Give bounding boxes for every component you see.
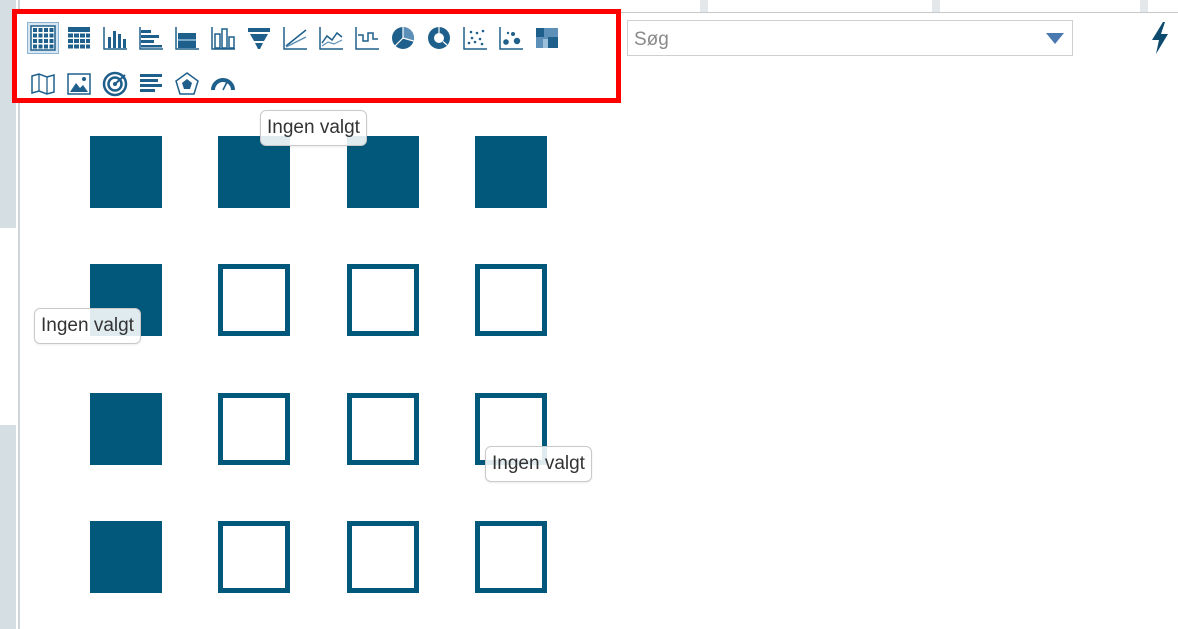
grid-cell-filled[interactable] xyxy=(218,136,290,208)
grid-cell-empty[interactable] xyxy=(218,264,290,336)
grid-cell-filled[interactable] xyxy=(347,136,419,208)
gauge-icon xyxy=(211,78,235,91)
pie-chart-icon xyxy=(392,27,414,49)
step-line-button[interactable] xyxy=(351,22,383,54)
chart-type-toolbar xyxy=(12,9,621,103)
pie-chart-button[interactable] xyxy=(387,22,419,54)
lightning-icon[interactable] xyxy=(1150,22,1170,54)
toolbar-row-2 xyxy=(27,68,239,100)
search-input[interactable] xyxy=(632,27,1016,53)
bubble-chart-icon xyxy=(499,27,523,50)
grid-cell-filled[interactable] xyxy=(475,136,547,208)
map-icon xyxy=(31,73,55,95)
line-chart-icon xyxy=(283,27,307,50)
top-tick xyxy=(932,0,940,12)
grid-cell-empty[interactable] xyxy=(475,521,547,593)
chevron-down-icon[interactable] xyxy=(1046,33,1064,44)
column-chart-icon xyxy=(103,27,127,50)
radar-icon xyxy=(175,72,199,95)
grid-cell-filled[interactable] xyxy=(90,393,162,465)
grid-cell-empty[interactable] xyxy=(347,264,419,336)
line-combo-icon xyxy=(319,27,343,50)
list-button[interactable] xyxy=(135,68,167,100)
tooltip: Ingen valgt xyxy=(34,308,141,344)
top-tick xyxy=(1140,0,1148,12)
gauge-button[interactable] xyxy=(207,68,239,100)
image-button[interactable] xyxy=(63,68,95,100)
grid-cell-filled[interactable] xyxy=(90,521,162,593)
tooltip: Ingen valgt xyxy=(485,446,592,482)
list-icon xyxy=(140,74,162,92)
heatmap-button[interactable] xyxy=(531,22,563,54)
target-icon xyxy=(102,71,128,97)
heatmap-icon xyxy=(536,28,558,48)
grid-cell-empty[interactable] xyxy=(475,264,547,336)
toolbar-row-1 xyxy=(27,22,563,54)
bubble-chart-button[interactable] xyxy=(495,22,527,54)
map-button[interactable] xyxy=(27,68,59,100)
stacked-bar-button[interactable] xyxy=(171,22,203,54)
line-combo-button[interactable] xyxy=(315,22,347,54)
top-tick xyxy=(700,0,708,12)
grid-cell-filled[interactable] xyxy=(90,136,162,208)
tooltip-text: Ingen valgt xyxy=(492,453,585,474)
gutter-block xyxy=(0,425,16,629)
table-grid-icon xyxy=(30,25,56,51)
pivot-grid-icon xyxy=(68,27,90,49)
grid-cell-empty[interactable] xyxy=(347,521,419,593)
search-field xyxy=(627,20,1073,56)
grid-cell-empty[interactable] xyxy=(218,521,290,593)
target-button[interactable] xyxy=(99,68,131,100)
pivot-grid-button[interactable] xyxy=(63,22,95,54)
stacked-column-button[interactable] xyxy=(207,22,239,54)
grid-cell-empty[interactable] xyxy=(347,393,419,465)
scatter-plot-button[interactable] xyxy=(459,22,491,54)
line-chart-button[interactable] xyxy=(279,22,311,54)
stacked-column-icon xyxy=(211,27,235,50)
donut-chart-icon xyxy=(428,27,450,49)
image-icon xyxy=(67,73,91,95)
column-chart-button[interactable] xyxy=(99,22,131,54)
tooltip-text: Ingen valgt xyxy=(267,117,360,138)
funnel-icon xyxy=(248,28,270,49)
tooltip-text: Ingen valgt xyxy=(41,315,134,336)
step-line-icon xyxy=(355,27,379,50)
table-grid-button[interactable] xyxy=(27,22,59,54)
stacked-bar-icon xyxy=(175,27,199,50)
scatter-plot-icon xyxy=(463,27,487,50)
grid-cell-empty[interactable] xyxy=(218,393,290,465)
tooltip: Ingen valgt xyxy=(260,110,367,146)
bar-chart-icon xyxy=(139,27,163,50)
radar-button[interactable] xyxy=(171,68,203,100)
bar-chart-button[interactable] xyxy=(135,22,167,54)
funnel-button[interactable] xyxy=(243,22,275,54)
donut-chart-button[interactable] xyxy=(423,22,455,54)
